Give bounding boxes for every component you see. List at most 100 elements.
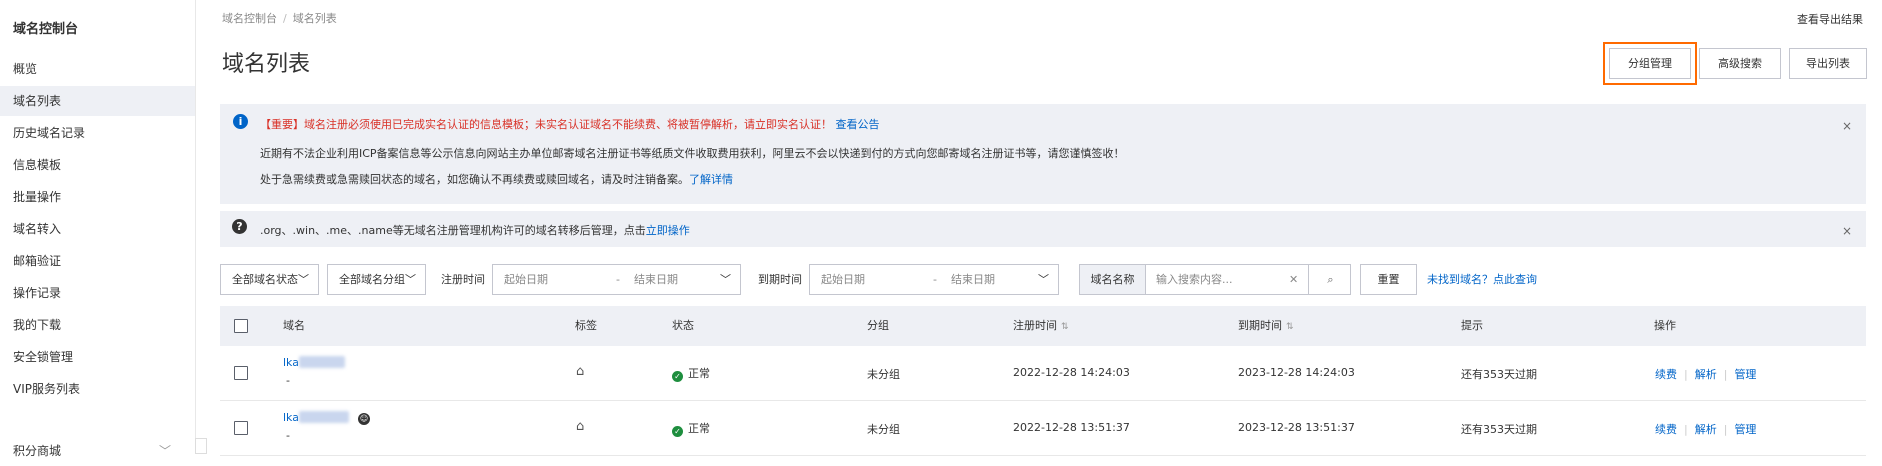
exp-time-cell: 2023-12-28 13:51:37 (1238, 421, 1355, 434)
domain-link[interactable]: lka (283, 411, 299, 424)
reg-end-input[interactable]: 结束日期 (634, 265, 678, 294)
badge-icon: ☺ (357, 413, 370, 425)
page-title: 域名列表 (222, 52, 311, 77)
sidebar-item-overview[interactable]: 概览 (0, 54, 195, 84)
filter-bar: 全部域名状态 ﹀ 全部域名分组 ﹀ 注册时间 起始日期 - 结束日期 ﹀ 到期时间 … (196, 264, 1882, 296)
transfer-notice-line: .org、.win、.me、.name等无域名注册管理机构许可的域名转移后管理，… (260, 222, 690, 238)
hint-cell: 还有353天过期 (1461, 368, 1537, 381)
domain-link[interactable]: lka (283, 356, 299, 369)
exp-end-input[interactable]: 结束日期 (951, 265, 995, 294)
reg-time-cell: 2022-12-28 13:51:37 (1013, 421, 1130, 434)
select-all-checkbox[interactable] (234, 319, 248, 333)
export-list-button[interactable]: 导出列表 (1789, 48, 1867, 79)
row-checkbox[interactable] (234, 421, 248, 435)
sidebar-title: 域名控制台 (13, 22, 79, 37)
clear-icon[interactable]: ✕ (1289, 265, 1298, 294)
search-type-select[interactable]: 域名名称 (1080, 265, 1146, 294)
transfer-notice: ? .org、.win、.me、.name等无域名注册管理机构许可的域名转移后管… (220, 211, 1866, 247)
search-icon[interactable]: ⌕ (1308, 265, 1352, 294)
tag-icon[interactable]: ⌂ (576, 419, 584, 434)
notice-line-3-text: 处于急需续费或急需赎回状态的域名，如您确认不再续费或赎回域名，请及时注销备案。 (260, 173, 689, 186)
status-cell: ✓ 正常 (672, 420, 710, 437)
exp-time-cell: 2023-12-28 14:24:03 (1238, 366, 1355, 379)
notice-line-3: 处于急需续费或急需赎回状态的域名，如您确认不再续费或赎回域名，请及时注销备案。了… (260, 171, 733, 187)
sidebar-item-vip[interactable]: VIP服务列表 (0, 374, 195, 404)
close-icon[interactable]: × (1842, 224, 1852, 238)
operate-now-link[interactable]: 立即操作 (646, 224, 690, 237)
header-hint: 提示 (1461, 319, 1483, 332)
table-header: 域名 标签 状态 分组 注册时间 ⇅ 到期时间 ⇅ 提示 操作 (220, 306, 1866, 346)
group-select[interactable]: 全部域名分组 ﹀ (327, 264, 426, 295)
row-checkbox[interactable] (234, 366, 248, 380)
header-reg-time[interactable]: 注册时间 ⇅ (1013, 306, 1069, 347)
reg-start-input[interactable]: 起始日期 (504, 265, 548, 294)
header-status: 状态 (672, 319, 694, 332)
notice-line-1: 【重要】域名注册必须使用已完成实名认证的信息模板；未实名认证域名不能续费、将被暂… (260, 116, 880, 132)
search-input[interactable]: 输入搜索内容... (1156, 265, 1233, 294)
sidebar-item-security-lock[interactable]: 安全锁管理 (0, 342, 195, 372)
status-cell: ✓ 正常 (672, 365, 710, 382)
sidebar-item-op-log[interactable]: 操作记录 (0, 278, 195, 308)
info-icon: i (233, 114, 248, 129)
notice-line-2: 近期有不法企业利用ICP备案信息等公示信息向网站主办单位邮寄域名注册证书等纸质文… (260, 147, 1125, 160)
reset-button[interactable]: 重置 (1360, 264, 1417, 295)
resolve-link[interactable]: 解析 (1695, 423, 1717, 436)
sidebar-item-history[interactable]: 历史域名记录 (0, 118, 195, 148)
status-select[interactable]: 全部域名状态 ﹀ (220, 264, 319, 295)
status-text: 正常 (688, 367, 710, 380)
sidebar-item-email-verify[interactable]: 邮箱验证 (0, 246, 195, 276)
sort-icon[interactable]: ⇅ (1061, 322, 1069, 332)
ops-cell: 续费 | 解析 | 管理 (1654, 366, 1757, 382)
view-announcement-link[interactable]: 查看公告 (836, 118, 880, 131)
main-content: 域名控制台 / 域名列表 查看导出结果 域名列表 分组管理 高级搜索 导出列表 i … (196, 0, 1882, 456)
learn-more-link[interactable]: 了解详情 (689, 173, 733, 186)
renew-link[interactable]: 续费 (1655, 423, 1677, 436)
chevron-down-icon: ﹀ (1038, 273, 1049, 286)
reg-time-range[interactable]: 起始日期 - 结束日期 ﹀ (492, 264, 741, 295)
close-icon[interactable]: × (1842, 119, 1852, 133)
manage-link[interactable]: 管理 (1734, 368, 1756, 381)
manage-link[interactable]: 管理 (1734, 423, 1756, 436)
advanced-search-button[interactable]: 高级搜索 (1699, 48, 1781, 79)
status-select-value: 全部域名状态 (232, 273, 298, 286)
header-reg-time-label: 注册时间 (1013, 319, 1057, 332)
breadcrumb-item-console[interactable]: 域名控制台 (222, 12, 277, 25)
sidebar-item-domain-list[interactable]: 域名列表 (0, 86, 195, 116)
divider: | (1684, 423, 1688, 436)
divider: | (1684, 368, 1688, 381)
sort-icon[interactable]: ⇅ (1286, 322, 1294, 332)
masked-domain (298, 356, 345, 368)
breadcrumb-item-current: 域名列表 (292, 12, 337, 25)
exp-time-range[interactable]: 起始日期 - 结束日期 ﹀ (809, 264, 1059, 295)
sidebar-item-points-mall[interactable]: 积分商城 ﹀ (0, 436, 195, 466)
header-exp-time-label: 到期时间 (1238, 319, 1282, 332)
exp-start-input[interactable]: 起始日期 (821, 265, 865, 294)
group-cell: 未分组 (867, 368, 900, 381)
domain-name[interactable]: lka ☺ (283, 411, 370, 425)
not-found-query-link[interactable]: 未找到域名？点此查询 (1427, 264, 1537, 295)
resolve-link[interactable]: 解析 (1695, 368, 1717, 381)
renew-link[interactable]: 续费 (1655, 368, 1677, 381)
range-separator: - (933, 273, 937, 286)
header-ops: 操作 (1654, 319, 1676, 332)
sidebar-item-batch[interactable]: 批量操作 (0, 182, 195, 212)
domain-sub: - (286, 429, 290, 442)
breadcrumb: 域名控制台 / 域名列表 (222, 10, 337, 26)
masked-domain (298, 411, 349, 423)
domain-name[interactable]: lka (283, 356, 345, 369)
header-exp-time[interactable]: 到期时间 ⇅ (1238, 306, 1294, 347)
divider: | (1723, 368, 1728, 381)
reg-time-cell: 2022-12-28 14:24:03 (1013, 366, 1130, 379)
sidebar-item-templates[interactable]: 信息模板 (0, 150, 195, 180)
group-manage-button[interactable]: 分组管理 (1603, 42, 1697, 85)
tag-icon[interactable]: ⌂ (576, 364, 584, 379)
chevron-down-icon: ﹀ (405, 273, 416, 286)
transfer-notice-text: .org、.win、.me、.name等无域名注册管理机构许可的域名转移后管理，… (260, 224, 646, 237)
export-result-link[interactable]: 查看导出结果 (1797, 11, 1863, 27)
sidebar-item-downloads[interactable]: 我的下载 (0, 310, 195, 340)
sidebar-item-transfer-in[interactable]: 域名转入 (0, 214, 195, 244)
domain-sub: - (286, 374, 290, 387)
chevron-down-icon: ﹀ (298, 273, 309, 286)
sidebar: 域名控制台 概览 域名列表 历史域名记录 信息模板 批量操作 域名转入 邮箱验证… (0, 0, 207, 458)
hint-cell: 还有353天过期 (1461, 423, 1537, 436)
